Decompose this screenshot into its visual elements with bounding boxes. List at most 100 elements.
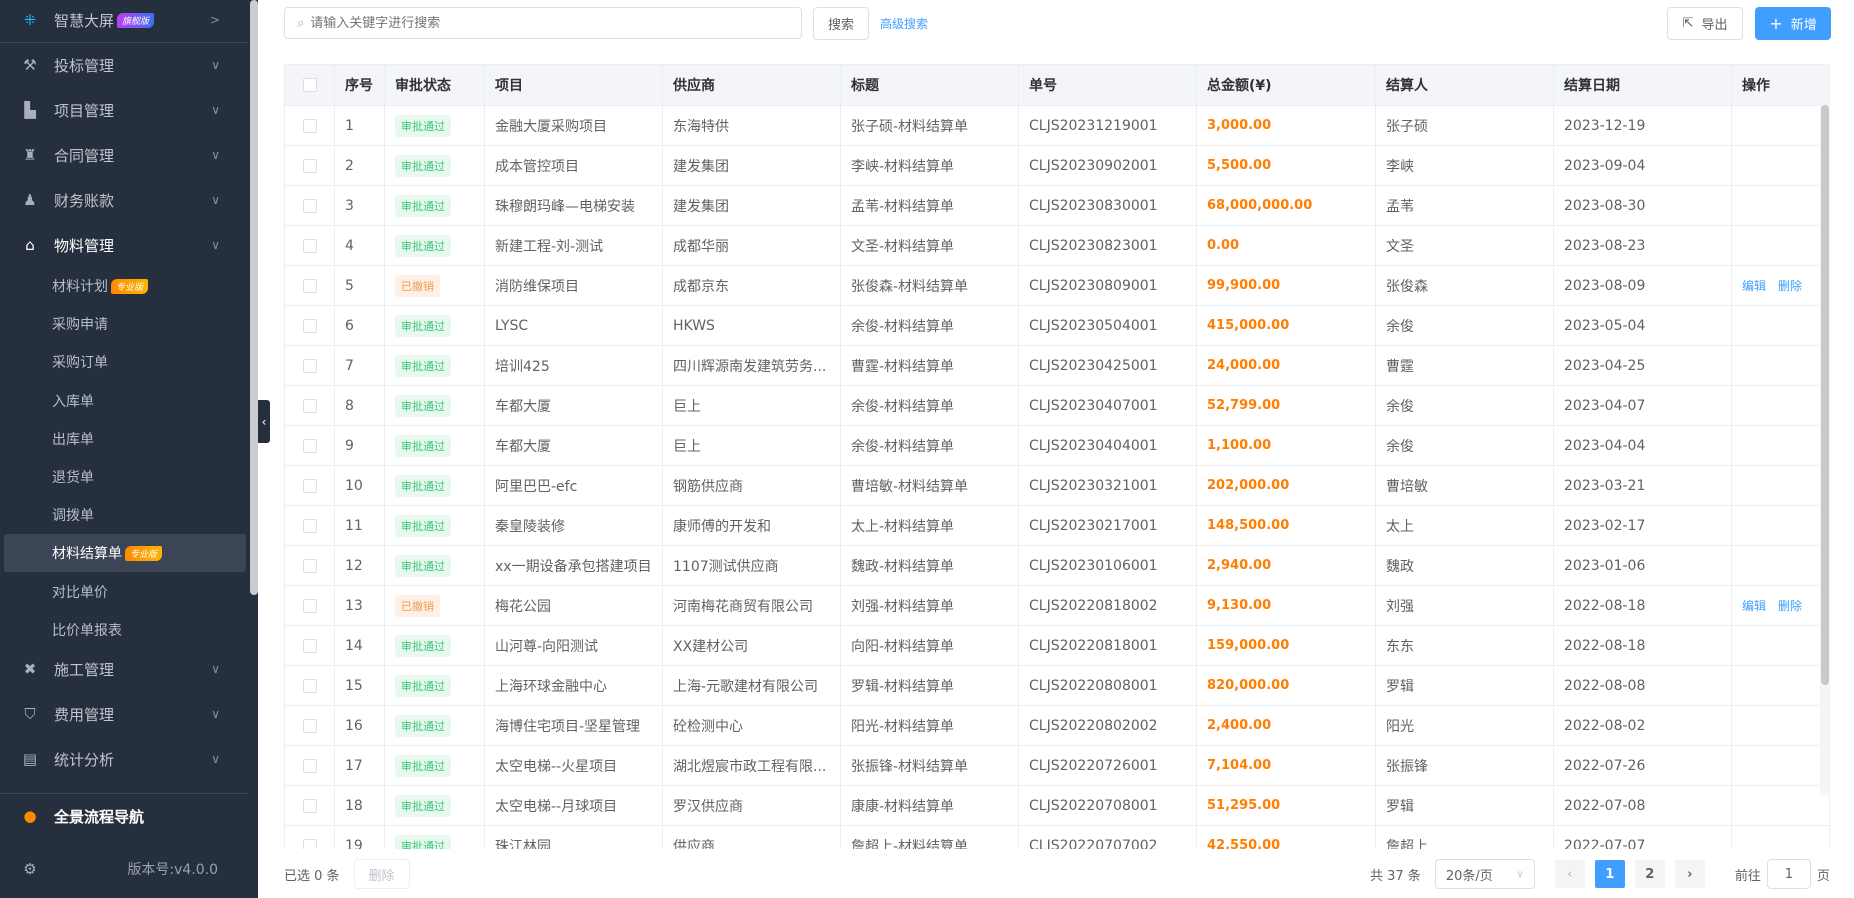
export-button[interactable]: ⇱ 导出: [1667, 7, 1743, 40]
settler-cell: 东东: [1376, 626, 1554, 665]
flow-nav-link[interactable]: ● 全景流程导航: [0, 796, 248, 836]
status-badge: 审批通过: [395, 194, 451, 217]
table-row[interactable]: 6 审批通过 LYSC HKWS 余俊-材料结算单 CLJS2023050400…: [285, 306, 1829, 346]
gear-icon[interactable]: ⚙: [20, 860, 40, 878]
actions-cell: [1732, 426, 1820, 465]
table-row[interactable]: 19 审批通过 珠江林园 供应商 詹超上-材料结算单 CLJS202207070…: [285, 826, 1829, 849]
page-1-button[interactable]: 1: [1594, 860, 1625, 888]
sidebar-subitem-9[interactable]: 比价单报表: [0, 611, 248, 649]
row-checkbox[interactable]: [302, 798, 317, 813]
status-cell: 审批通过: [385, 706, 485, 745]
delete-link[interactable]: 删除: [1778, 597, 1802, 614]
table-row[interactable]: 7 审批通过 培训425 四川辉源南发建筑劳务... 曹霆-材料结算单 CLJS…: [285, 346, 1829, 386]
row-checkbox[interactable]: [302, 318, 317, 333]
edit-link[interactable]: 编辑: [1742, 277, 1766, 294]
table-scrollbar[interactable]: [1820, 105, 1830, 795]
add-button[interactable]: + 新增: [1755, 7, 1831, 40]
amount-cell: 159,000.00: [1197, 626, 1376, 665]
search-input-box[interactable]: ⌕: [284, 7, 802, 39]
row-checkbox[interactable]: [302, 598, 317, 613]
table-row[interactable]: 11 审批通过 秦皇陵装修 康师傅的开发和 太上-材料结算单 CLJS20230…: [285, 506, 1829, 546]
row-checkbox[interactable]: [302, 158, 317, 173]
sidebar-subitem-6[interactable]: 调拨单: [0, 496, 248, 534]
search-button[interactable]: 搜索: [813, 7, 869, 40]
table-row[interactable]: 12 审批通过 xx一期设备承包搭建项目 1107测试供应商 魏政-材料结算单 …: [285, 546, 1829, 586]
amount-value: 9,130.00: [1207, 598, 1272, 613]
row-checkbox[interactable]: [302, 718, 317, 733]
amount-value: 51,295.00: [1207, 798, 1281, 813]
row-checkbox[interactable]: [302, 758, 317, 773]
table-row[interactable]: 14 审批通过 山河尊-向阳测试 XX建材公司 向阳-材料结算单 CLJS202…: [285, 626, 1829, 666]
table-row[interactable]: 1 审批通过 金融大厦采购项目 东海特供 张子硕-材料结算单 CLJS20231…: [285, 106, 1829, 146]
edit-link[interactable]: 编辑: [1742, 597, 1766, 614]
select-all-checkbox[interactable]: [302, 78, 317, 92]
sidebar-menu-1[interactable]: ▙ 项目管理 ∨: [0, 90, 248, 130]
row-checkbox[interactable]: [302, 118, 317, 133]
row-checkbox[interactable]: [302, 358, 317, 373]
next-page-button[interactable]: ›: [1674, 860, 1705, 888]
row-index: 6: [335, 306, 385, 345]
column-header: 审批状态: [385, 65, 485, 105]
page-size-select[interactable]: 20条/页 ∨: [1434, 859, 1535, 889]
sidebar-subitem-0[interactable]: 材料计划 专业版: [0, 267, 248, 305]
search-icon: ⌕: [297, 15, 305, 31]
sidebar-subitem-1[interactable]: 采购申请: [0, 305, 248, 343]
table-row[interactable]: 15 审批通过 上海环球金融中心 上海-元歌建材有限公司 罗辑-材料结算单 CL…: [285, 666, 1829, 706]
advanced-search-link[interactable]: 高级搜索: [880, 15, 928, 32]
row-checkbox[interactable]: [302, 638, 317, 653]
sidebar-subitem-4[interactable]: 出库单: [0, 420, 248, 458]
table-row[interactable]: 10 审批通过 阿里巴巴-efc 钢筋供应商 曹培敏-材料结算单 CLJS202…: [285, 466, 1829, 506]
table-row[interactable]: 13 已撤销 梅花公园 河南梅花商贸有限公司 刘强-材料结算单 CLJS2022…: [285, 586, 1829, 626]
row-checkbox[interactable]: [302, 558, 317, 573]
date-cell: 2022-08-18: [1554, 626, 1732, 665]
sidebar-subitem-8[interactable]: 对比单价: [0, 573, 248, 611]
sidebar-scrollbar[interactable]: [250, 0, 258, 595]
table-row[interactable]: 9 审批通过 车都大厦 巨上 余俊-材料结算单 CLJS20230404001 …: [285, 426, 1829, 466]
table-row[interactable]: 18 审批通过 太空电梯--月球项目 罗汉供应商 康康-材料结算单 CLJS20…: [285, 786, 1829, 826]
row-checkbox[interactable]: [302, 838, 317, 849]
table-row[interactable]: 4 审批通过 新建工程-刘-测试 成都华丽 文圣-材料结算单 CLJS20230…: [285, 226, 1829, 266]
table-row[interactable]: 17 审批通过 太空电梯--火星项目 湖北煜宸市政工程有限... 张振锋-材料结…: [285, 746, 1829, 786]
sidebar-menu-4[interactable]: ⌂ 物料管理 ∨: [0, 225, 248, 265]
row-select: [285, 666, 335, 705]
sidebar-menu2-1[interactable]: ⛉ 费用管理 ∨: [0, 694, 248, 734]
table-row[interactable]: 3 审批通过 珠穆朗玛峰—电梯安装 建发集团 孟苇-材料结算单 CLJS2023…: [285, 186, 1829, 226]
sidebar-subitem-5[interactable]: 退货单: [0, 458, 248, 496]
table-row[interactable]: 16 审批通过 海博住宅项目-坚星管理 砼检测中心 阳光-材料结算单 CLJS2…: [285, 706, 1829, 746]
menu-smart-screen[interactable]: ⁜ 智慧大屏 旗舰版 >: [0, 0, 248, 40]
subitem-label: 材料结算单: [52, 546, 122, 563]
menu-label: 智慧大屏: [54, 11, 115, 30]
table-row[interactable]: 2 审批通过 成本管控项目 建发集团 李峡-材料结算单 CLJS20230902…: [285, 146, 1829, 186]
divider: [0, 793, 248, 794]
prev-page-button[interactable]: ‹: [1554, 860, 1585, 888]
row-checkbox[interactable]: [302, 398, 317, 413]
date-cell: 2022-07-26: [1554, 746, 1732, 785]
title-cell: 文圣-材料结算单: [841, 226, 1019, 265]
delete-link[interactable]: 删除: [1778, 277, 1802, 294]
sidebar-subitem-7[interactable]: 材料结算单 专业版: [4, 534, 246, 573]
sidebar-menu-3[interactable]: ♟ 财务账款 ∨: [0, 180, 248, 220]
goto-page-input[interactable]: 1: [1766, 859, 1811, 889]
row-checkbox[interactable]: [302, 518, 317, 533]
row-checkbox[interactable]: [302, 478, 317, 493]
column-header: 操作: [1742, 78, 1770, 94]
table-row[interactable]: 8 审批通过 车都大厦 巨上 余俊-材料结算单 CLJS20230407001 …: [285, 386, 1829, 426]
row-checkbox[interactable]: [302, 678, 317, 693]
date-cell: 2023-09-04: [1554, 146, 1732, 185]
row-checkbox[interactable]: [302, 238, 317, 253]
page-2-button[interactable]: 2: [1634, 860, 1665, 888]
plus-icon: +: [1769, 14, 1783, 33]
row-checkbox[interactable]: [302, 278, 317, 293]
batch-delete-button[interactable]: 删除: [353, 859, 410, 889]
table-row[interactable]: 5 已撤销 消防维保项目 成都京东 张俊森-材料结算单 CLJS20230809…: [285, 266, 1829, 306]
row-checkbox[interactable]: [302, 198, 317, 213]
search-input[interactable]: [310, 15, 761, 31]
sidebar-subitem-3[interactable]: 入库单: [0, 382, 248, 420]
row-checkbox[interactable]: [302, 438, 317, 453]
collapse-sidebar-button[interactable]: ‹: [258, 400, 270, 443]
sidebar-menu2-0[interactable]: ✖ 施工管理 ∨: [0, 649, 248, 689]
sidebar-subitem-2[interactable]: 采购订单: [0, 343, 248, 381]
sidebar-menu2-2[interactable]: ▤ 统计分析 ∨: [0, 739, 248, 779]
sidebar-menu-0[interactable]: ⚒ 投标管理 ∨: [0, 45, 248, 85]
sidebar-menu-2[interactable]: ♜ 合同管理 ∨: [0, 135, 248, 175]
